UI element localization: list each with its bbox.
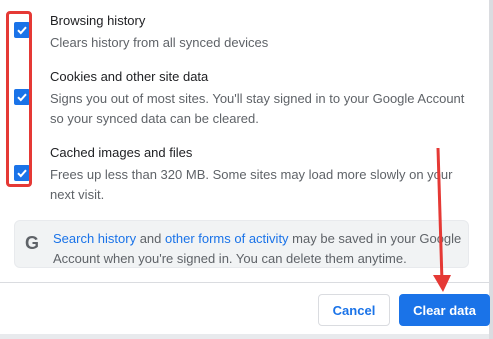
annotation-arrow [433,147,451,292]
